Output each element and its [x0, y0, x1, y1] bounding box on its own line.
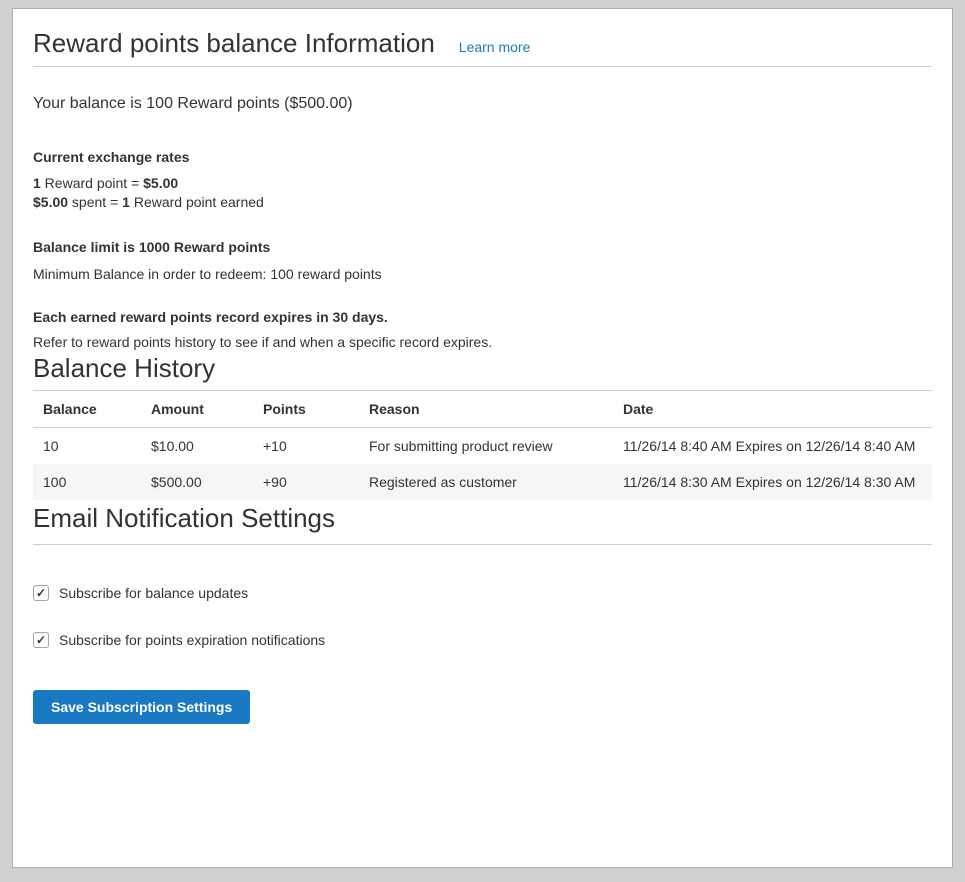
email-settings-divider [33, 544, 932, 545]
cell-balance: 100 [33, 464, 141, 500]
checkmark-icon: ✓ [36, 587, 46, 599]
column-header-amount: Amount [141, 391, 253, 428]
table-header-row: Balance Amount Points Reason Date [33, 391, 932, 428]
balance-updates-option: ✓ Subscribe for balance updates [33, 585, 932, 601]
cell-reason: Registered as customer [359, 464, 613, 500]
cell-points: +90 [253, 464, 359, 500]
exchange-rates-lines: 1 Reward point = $5.00 $5.00 spent = 1 R… [33, 174, 932, 212]
checkmark-icon: ✓ [36, 634, 46, 646]
expiry-note-text: Refer to reward points history to see if… [33, 334, 932, 350]
column-header-points: Points [253, 391, 359, 428]
cell-reason: For submitting product review [359, 428, 613, 465]
expiry-rule-text: Each earned reward points record expires… [33, 309, 932, 325]
learn-more-link[interactable]: Learn more [459, 39, 531, 55]
points-expiration-label[interactable]: Subscribe for points expiration notifica… [59, 632, 325, 648]
balance-summary: Your balance is 100 Reward points ($500.… [33, 95, 932, 113]
title-divider [33, 66, 932, 67]
table-row: 10 $10.00 +10 For submitting product rev… [33, 428, 932, 465]
exchange-rate-line-2: $5.00 spent = 1 Reward point earned [33, 193, 932, 212]
save-subscription-settings-button[interactable]: Save Subscription Settings [33, 690, 250, 724]
balance-limit-text: Balance limit is 1000 Reward points [33, 239, 932, 255]
exchange-rates-heading: Current exchange rates [33, 149, 932, 165]
balance-updates-label[interactable]: Subscribe for balance updates [59, 585, 248, 601]
column-header-date: Date [613, 391, 932, 428]
exchange-rate-line-1: 1 Reward point = $5.00 [33, 174, 932, 193]
points-expiration-checkbox[interactable]: ✓ [33, 632, 49, 648]
column-header-reason: Reason [359, 391, 613, 428]
balance-history-heading: Balance History [33, 350, 932, 386]
cell-amount: $500.00 [141, 464, 253, 500]
column-header-balance: Balance [33, 391, 141, 428]
points-expiration-option: ✓ Subscribe for points expiration notifi… [33, 632, 932, 648]
page-title-row: Reward points balance Information Learn … [33, 25, 932, 61]
cell-date: 11/26/14 8:40 AM Expires on 12/26/14 8:4… [613, 428, 932, 465]
page-title: Reward points balance Information [33, 25, 435, 61]
cell-date: 11/26/14 8:30 AM Expires on 12/26/14 8:3… [613, 464, 932, 500]
cell-points: +10 [253, 428, 359, 465]
table-row: 100 $500.00 +90 Registered as customer 1… [33, 464, 932, 500]
balance-updates-checkbox[interactable]: ✓ [33, 585, 49, 601]
email-settings-heading: Email Notification Settings [33, 500, 932, 536]
minimum-balance-text: Minimum Balance in order to redeem: 100 … [33, 266, 932, 282]
cell-amount: $10.00 [141, 428, 253, 465]
reward-points-card: Reward points balance Information Learn … [12, 8, 953, 868]
cell-balance: 10 [33, 428, 141, 465]
balance-history-table: Balance Amount Points Reason Date 10 $10… [33, 390, 932, 500]
